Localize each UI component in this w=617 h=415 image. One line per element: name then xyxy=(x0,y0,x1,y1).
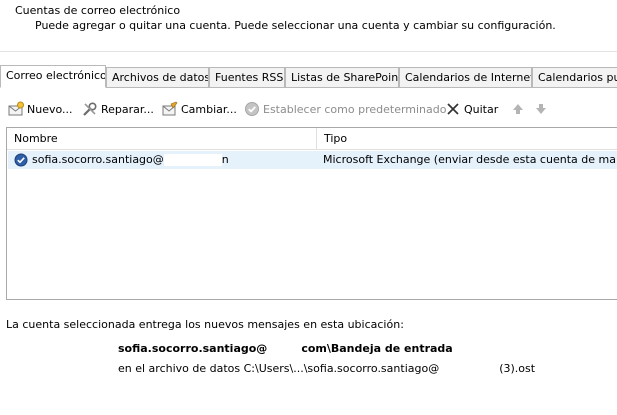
tab-strip: Correo electrónico Archivos de datos Fue… xyxy=(0,65,617,88)
tab-label: Calendarios de Internet xyxy=(405,71,532,84)
tab-data-files[interactable]: Archivos de datos xyxy=(106,67,209,88)
move-down-button[interactable] xyxy=(533,98,552,120)
tab-sharepoint-lists[interactable]: Listas de SharePoint xyxy=(285,67,399,88)
remove-button[interactable]: Quitar xyxy=(445,98,498,120)
header-description: Puede agregar o quitar una cuenta. Puede… xyxy=(35,19,556,32)
delivery-folder-suffix: com\Bandeja de entrada xyxy=(301,342,453,355)
account-name: sofia.socorro.santiago@ xyxy=(32,153,164,166)
tab-label: Archivos de datos xyxy=(112,71,209,84)
data-file-prefix: en el archivo de datos C:\Users\...\sofi… xyxy=(118,362,440,375)
set-default-button-label: Establecer como predeterminado xyxy=(263,102,447,116)
new-button-label: Nuevo... xyxy=(27,102,73,116)
tab-email[interactable]: Correo electrónico xyxy=(0,65,106,88)
repair-button[interactable]: Reparar... xyxy=(82,98,154,120)
default-account-icon xyxy=(14,153,28,167)
dialog-header: Cuentas de correo electrónico Puede agre… xyxy=(0,0,617,52)
delivery-folder-prefix: sofia.socorro.santiago@ xyxy=(118,342,268,355)
column-header-name[interactable]: Nombre xyxy=(7,128,316,149)
close-icon xyxy=(445,101,461,117)
list-header: Nombre Tipo xyxy=(7,128,617,150)
header-title: Cuentas de correo electrónico xyxy=(15,4,181,17)
repair-button-label: Reparar... xyxy=(101,102,154,116)
redacted-text xyxy=(163,154,222,166)
accounts-list[interactable]: Nombre Tipo sofia.socorro.santiago@ n Mic… xyxy=(6,127,617,300)
arrow-down-icon xyxy=(533,101,549,117)
tab-label: Calendarios pu xyxy=(538,71,617,84)
tab-published-calendars[interactable]: Calendarios pu xyxy=(532,67,617,88)
account-name-cell: sofia.socorro.santiago@ n xyxy=(32,153,314,166)
arrow-up-icon xyxy=(510,101,526,117)
table-row[interactable]: sofia.socorro.santiago@ n Microsoft Excha… xyxy=(8,151,617,169)
edit-mail-icon xyxy=(162,101,178,117)
move-up-button[interactable] xyxy=(510,98,529,120)
account-name-tail: n xyxy=(221,153,229,166)
new-button[interactable]: Nuevo... xyxy=(8,98,73,120)
change-button-label: Cambiar... xyxy=(181,102,237,116)
set-default-button[interactable]: Establecer como predeterminado xyxy=(244,98,446,120)
toolbar: Nuevo... Reparar... Cambiar... Establece… xyxy=(6,98,617,120)
remove-button-label: Quitar xyxy=(464,102,499,116)
check-circle-icon xyxy=(244,101,260,117)
tab-rss-feeds[interactable]: Fuentes RSS xyxy=(209,67,285,88)
data-file-suffix: (3).ost xyxy=(499,362,536,375)
delivery-info-label: La cuenta seleccionada entrega los nuevo… xyxy=(6,318,404,331)
tab-label: Fuentes RSS xyxy=(215,71,284,84)
delivery-folder: sofia.socorro.santiago@ com\Bandeja de en… xyxy=(118,342,453,355)
data-file-path: en el archivo de datos C:\Users\...\sofi… xyxy=(118,362,535,375)
tab-label: Listas de SharePoint xyxy=(291,71,399,84)
column-header-type[interactable]: Tipo xyxy=(317,128,617,149)
redacted-text xyxy=(267,343,302,355)
change-button[interactable]: Cambiar... xyxy=(162,98,237,120)
redacted-text xyxy=(439,363,500,375)
wrench-icon xyxy=(82,101,98,117)
account-type-cell: Microsoft Exchange (enviar desde esta cu… xyxy=(323,153,617,166)
new-mail-icon xyxy=(8,101,24,117)
tab-internet-calendars[interactable]: Calendarios de Internet xyxy=(399,67,532,88)
tab-label: Correo electrónico xyxy=(6,69,106,82)
